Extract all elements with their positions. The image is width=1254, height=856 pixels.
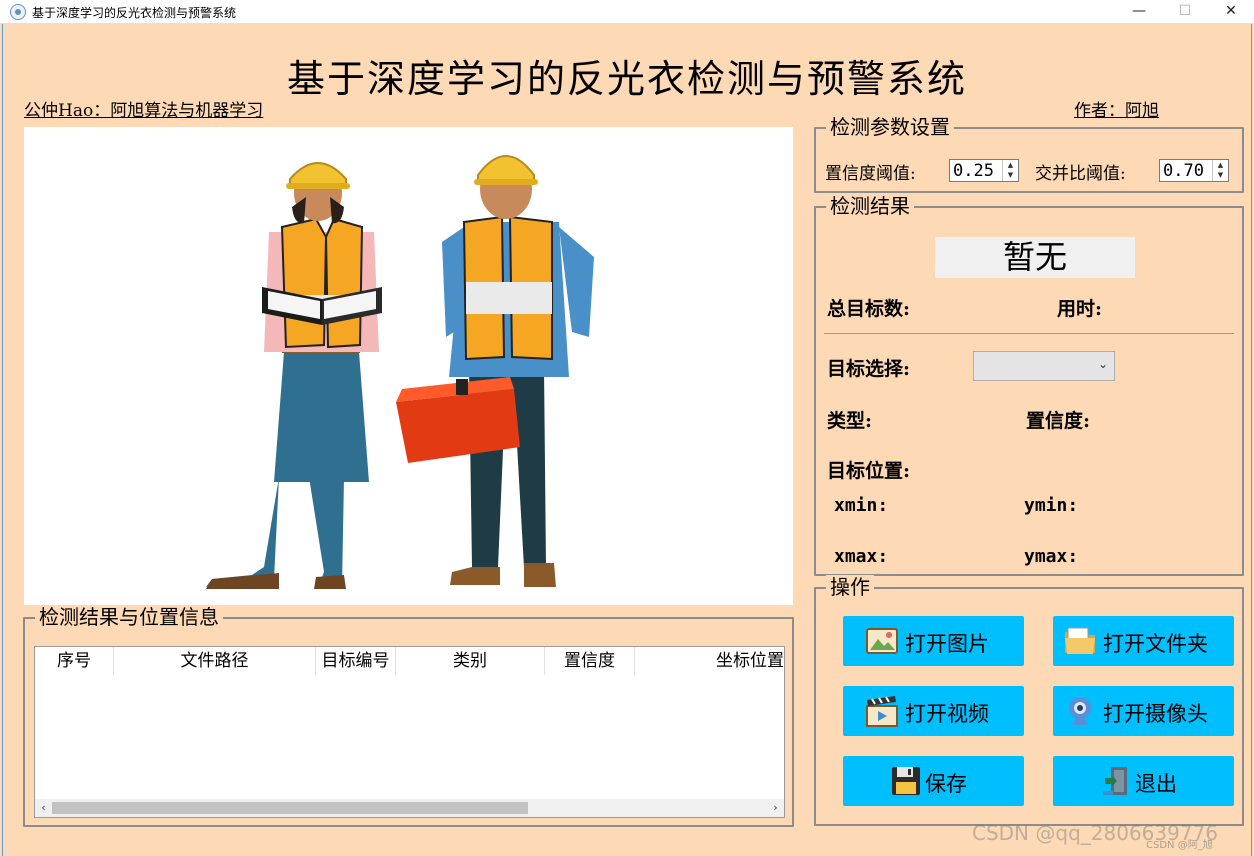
window-titlebar: 基于深度学习的反光衣检测与预警系统 — ☐ ✕ [0,0,1254,24]
target-position-label: 目标位置: [827,460,911,482]
image-icon [866,628,898,654]
iou-threshold-spinbox[interactable]: ▲▼ [1159,159,1229,182]
confidence-threshold-input[interactable] [950,160,1002,181]
page-title: 基于深度学习的反光衣检测与预警系统 [286,57,967,101]
xmax-label: xmax: [834,546,889,567]
detection-result-group: 检测结果 暂无 总目标数: 用时: 目标选择: ⌄ 类型: 置信度: 目标位置:… [814,194,1244,576]
open-image-button[interactable]: 打开图片 [843,616,1024,666]
open-camera-label: 打开摄像头 [1103,702,1208,726]
author-label: 作者：阿旭 [1074,101,1159,121]
open-folder-label: 打开文件夹 [1103,632,1208,656]
total-targets-label: 总目标数: [827,298,911,320]
folder-icon [1065,627,1095,654]
open-image-label: 打开图片 [905,632,989,656]
divider [824,333,1234,334]
close-button[interactable]: ✕ [1208,0,1254,24]
floppy-disk-icon [892,767,920,795]
operations-group: 操作 打开图片 打开文件夹 打开视频 打开摄像头 保存 退出 [814,575,1244,826]
video-clapper-icon [866,696,898,727]
xmin-label: xmin: [834,495,889,516]
watermark-small: CSDN @阿_旭 [1146,840,1213,851]
chevron-down-icon: ⌄ [1097,357,1108,371]
open-video-button[interactable]: 打开视频 [843,686,1024,736]
public-account-note: 公仲Hao：阿旭算法与机器学习 [24,101,264,121]
male-worker-figure [396,155,594,587]
column-header-index[interactable]: 序号 [35,647,114,675]
spin-down-icon[interactable]: ▼ [1213,170,1228,180]
open-folder-button[interactable]: 打开文件夹 [1053,616,1234,666]
exit-door-icon [1103,767,1127,795]
ymin-label: ymin: [1024,495,1079,516]
detection-params-group: 检测参数设置 置信度阈值: ▲▼ 交并比阈值: ▲▼ [814,115,1244,193]
open-video-label: 打开视频 [905,702,989,726]
detection-params-title: 检测参数设置 [826,115,954,139]
female-worker-figure [206,162,382,589]
detection-results-title: 检测结果与位置信息 [35,605,223,629]
operations-title: 操作 [826,575,874,599]
exit-button[interactable]: 退出 [1053,756,1234,806]
webcam-icon [1069,697,1091,725]
image-display [24,127,793,605]
table-header: 序号 文件路径 目标编号 类别 置信度 坐标位置 [35,647,784,675]
type-label: 类型: [827,410,873,432]
scrollbar-thumb[interactable] [52,802,528,814]
save-button[interactable]: 保存 [843,756,1024,806]
spin-arrows[interactable]: ▲ ▼ [1212,160,1228,181]
ymax-label: ymax: [1024,546,1079,567]
horizontal-scrollbar[interactable]: ‹ › [35,799,784,817]
detection-results-group: 检测结果与位置信息 序号 文件路径 目标编号 类别 置信度 坐标位置 ‹ › [23,605,794,827]
iou-threshold-label: 交并比阈值: [1035,164,1126,184]
result-status-display: 暂无 [935,237,1135,278]
results-table[interactable]: 序号 文件路径 目标编号 类别 置信度 坐标位置 ‹ › [34,646,785,818]
spin-up-icon[interactable]: ▲ [1003,160,1018,170]
column-header-file-path[interactable]: 文件路径 [114,647,316,675]
workers-illustration [206,155,594,589]
spin-down-icon[interactable]: ▼ [1003,170,1018,180]
scroll-left-icon[interactable]: ‹ [35,799,52,817]
maximize-button[interactable]: ☐ [1162,0,1208,24]
detection-result-title: 检测结果 [826,194,914,218]
spin-arrows[interactable]: ▲ ▼ [1002,160,1018,181]
elapsed-time-label: 用时: [1057,298,1103,320]
column-header-coordinates[interactable]: 坐标位置 [635,647,784,675]
confidence-threshold-spinbox[interactable]: ▲▼ [949,159,1019,182]
iou-threshold-input[interactable] [1160,160,1212,181]
exit-label: 退出 [1135,772,1177,796]
scroll-right-icon[interactable]: › [767,799,784,817]
open-camera-button[interactable]: 打开摄像头 [1053,686,1234,736]
app-icon [10,4,26,20]
column-header-target-id[interactable]: 目标编号 [316,647,396,675]
save-label: 保存 [925,772,967,796]
target-select-dropdown[interactable]: ⌄ [973,351,1115,381]
column-header-confidence[interactable]: 置信度 [545,647,635,675]
window-title: 基于深度学习的反光衣检测与预警系统 [32,6,237,20]
spin-up-icon[interactable]: ▲ [1213,160,1228,170]
target-select-label: 目标选择: [827,358,911,380]
column-header-class[interactable]: 类别 [396,647,545,675]
minimize-button[interactable]: — [1116,0,1162,24]
confidence-label: 置信度: [1026,410,1091,432]
confidence-threshold-label: 置信度阈值: [825,164,916,184]
